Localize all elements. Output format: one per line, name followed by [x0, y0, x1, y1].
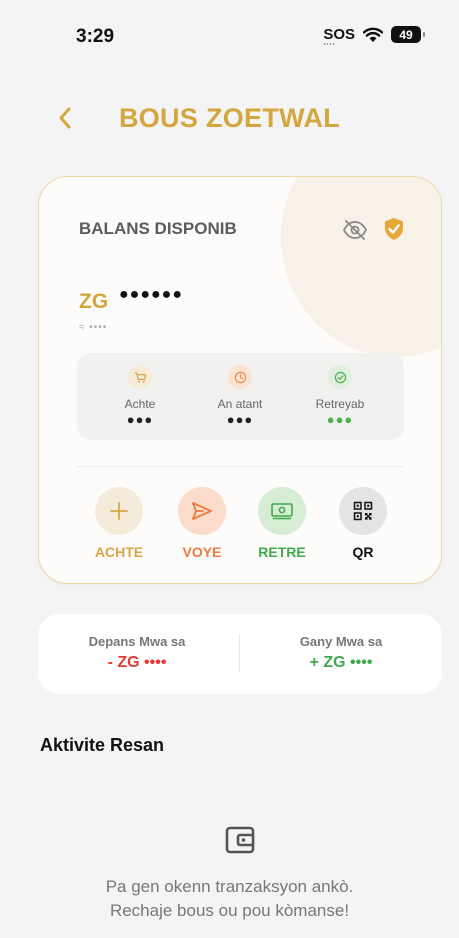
balance-approx: ≈ •••• [79, 322, 108, 333]
balance-label: BALANS DISPONIB [79, 219, 237, 238]
cash-icon [258, 487, 306, 535]
stat-label: Achte [124, 397, 156, 411]
action-label: VOYE [182, 544, 222, 560]
battery-level: 49 [399, 27, 413, 42]
balance-card: BALANS DISPONIB ZG ●●●●●● ≈ •••• Achte ●… [38, 176, 442, 584]
qr-icon [339, 487, 387, 535]
spent-label: Depans Mwa sa [88, 634, 186, 649]
stat-an-atant: An atant ●●● [195, 365, 285, 427]
monthly-separator [239, 634, 240, 672]
empty-line-1: Pa gen okenn tranzaksyon ankò. [105, 877, 354, 896]
recent-activity-title: Aktivite Resan [40, 735, 165, 755]
voye-button[interactable]: VOYE [162, 487, 242, 560]
monthly-earned: Gany Mwa sa + ZG •••• [256, 634, 426, 672]
qr-button[interactable]: QR [323, 487, 403, 560]
spent-value: - ZG •••• [107, 654, 167, 671]
sos-indicator: SOS •••• [323, 26, 355, 48]
balance-currency: ZG [79, 290, 109, 313]
earned-value: + ZG •••• [309, 654, 373, 671]
action-label: QR [352, 544, 374, 560]
check-circle-icon [328, 365, 352, 389]
wallet-icon [225, 826, 255, 854]
status-time: 3:29 [76, 26, 115, 47]
action-label: RETRE [258, 544, 306, 560]
wifi-icon [363, 27, 383, 42]
earned-label: Gany Mwa sa [299, 634, 383, 649]
status-indicators: SOS •••• 49 [323, 26, 425, 48]
action-label: ACHTE [94, 544, 144, 560]
stat-retreyab: Retreyab ●●● [295, 365, 385, 427]
empty-line-2: Rechaje bous ou pou kòmanse! [109, 901, 350, 920]
card-decoration [281, 177, 441, 357]
sos-dots: •••• [323, 42, 336, 48]
header: BOUS ZOETWAL [0, 95, 459, 145]
monthly-spent: Depans Mwa sa - ZG •••• [52, 634, 222, 672]
shield-icon [385, 218, 403, 240]
send-icon [178, 487, 226, 535]
cart-icon [128, 365, 152, 389]
stat-value: ●●● [226, 412, 254, 427]
status-bar: 3:29 SOS •••• 49 [0, 0, 459, 80]
stats-box: Achte ●●● An atant ●●● Retreyab ●●● [77, 353, 404, 440]
plus-icon [95, 487, 143, 535]
eye-off-icon[interactable] [342, 219, 368, 241]
empty-state-message: Pa gen okenn tranzaksyon ankò. Rechaje b… [0, 875, 459, 923]
stat-label: Retreyab [315, 397, 365, 411]
monthly-summary: Depans Mwa sa - ZG •••• Gany Mwa sa + ZG… [38, 614, 442, 694]
achte-button[interactable]: ACHTE [79, 487, 159, 560]
page-title: BOUS ZOETWAL [118, 103, 341, 133]
card-divider [77, 466, 404, 467]
battery-icon: 49 [391, 26, 425, 43]
retre-button[interactable]: RETRE [242, 487, 322, 560]
balance-amount: ●●●●●● [119, 286, 183, 303]
stat-value: ●●● [326, 412, 354, 427]
stat-achte: Achte ●●● [95, 365, 185, 427]
sos-text: SOS [323, 26, 355, 43]
clock-icon [228, 365, 252, 389]
stat-value: ●●● [126, 412, 154, 427]
stat-label: An atant [217, 397, 263, 411]
